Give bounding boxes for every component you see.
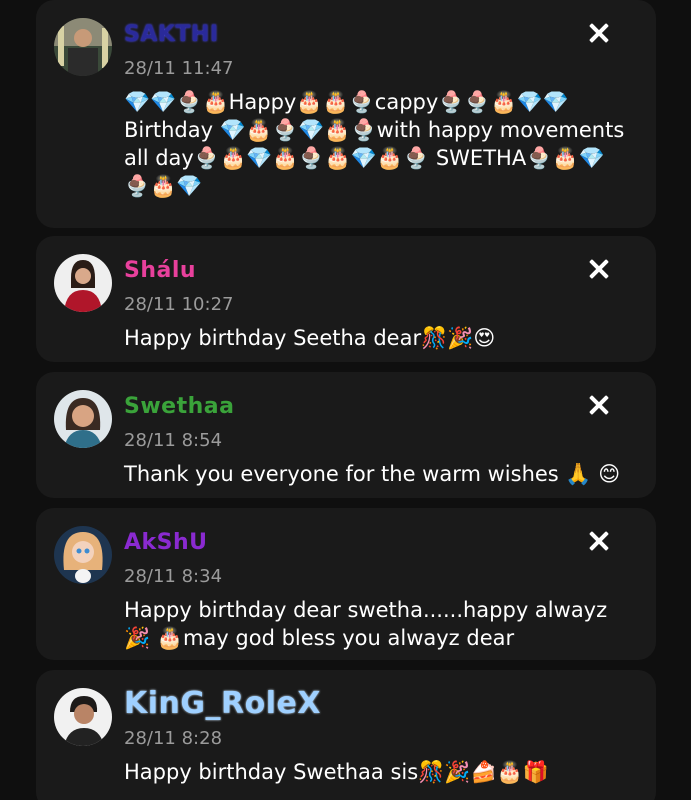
avatar-image <box>54 688 112 746</box>
close-icon[interactable] <box>586 20 612 46</box>
author-name[interactable]: Swethaa <box>124 394 234 419</box>
timestamp: 28/11 10:27 <box>124 294 234 315</box>
author-name[interactable]: SAKTHI <box>124 22 219 47</box>
comment-text: Happy birthday dear swetha......happy al… <box>124 598 608 650</box>
timestamp: 28/11 8:54 <box>124 430 223 451</box>
comment-text: 💎💎🍨🎂Happy🎂🎂🍨cappy🍨🍨🎂💎💎 Birthday 💎🎂🍨💎🎂🍨wi… <box>124 90 625 198</box>
timestamp: 28/11 11:47 <box>124 58 234 79</box>
avatar-image <box>54 18 112 76</box>
close-icon[interactable] <box>586 528 612 554</box>
avatar[interactable] <box>54 254 112 312</box>
comment-card: SAKTHI 28/11 11:47 💎💎🍨🎂Happy🎂🎂🍨cappy🍨🍨🎂💎… <box>36 0 656 228</box>
avatar[interactable] <box>54 18 112 76</box>
timestamp: 28/11 8:28 <box>124 728 223 749</box>
comment-card: KinG_RoleX 28/11 8:28 Happy birthday Swe… <box>36 670 656 800</box>
avatar-image <box>54 390 112 448</box>
comment-card: AkShU 28/11 8:34 Happy birthday dear swe… <box>36 508 656 660</box>
avatar-image <box>54 526 112 584</box>
avatar[interactable] <box>54 390 112 448</box>
avatar-image <box>54 254 112 312</box>
comment-text: Happy birthday Seetha dear🎊🎉😍 <box>124 326 496 350</box>
avatar[interactable] <box>54 526 112 584</box>
close-icon[interactable] <box>586 256 612 282</box>
author-name[interactable]: Shálu <box>124 258 196 283</box>
comments-feed: SAKTHI 28/11 11:47 💎💎🍨🎂Happy🎂🎂🍨cappy🍨🍨🎂💎… <box>0 0 691 800</box>
comment-card: Swethaa 28/11 8:54 Thank you everyone fo… <box>36 372 656 498</box>
avatar[interactable] <box>54 688 112 746</box>
author-name[interactable]: AkShU <box>124 530 208 555</box>
comment-card: Shálu 28/11 10:27 Happy birthday Seetha … <box>36 236 656 362</box>
comment-text: Happy birthday Swethaa sis🎊🎉🍰🎂🎁 <box>124 760 549 784</box>
comment-text: Thank you everyone for the warm wishes 🙏… <box>124 462 621 486</box>
close-icon[interactable] <box>586 392 612 418</box>
timestamp: 28/11 8:34 <box>124 566 223 587</box>
author-name[interactable]: KinG_RoleX <box>124 686 321 721</box>
